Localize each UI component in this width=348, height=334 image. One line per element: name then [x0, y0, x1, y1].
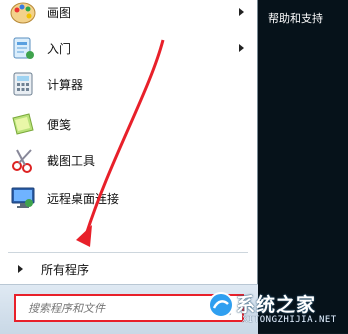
program-item-sticky-notes[interactable]: 便笺 — [8, 106, 248, 142]
submenu-arrow-icon[interactable] — [239, 8, 244, 16]
search-icon[interactable] — [216, 300, 232, 316]
sticky-notes-icon — [8, 109, 38, 139]
program-item-paint[interactable]: 画图 — [8, 0, 248, 30]
submenu-arrow-icon[interactable] — [239, 44, 244, 52]
program-label: 计算器 — [47, 77, 84, 92]
all-programs-label: 所有程序 — [41, 262, 90, 277]
all-programs-button[interactable]: 所有程序 — [8, 258, 248, 280]
search-area — [0, 284, 258, 334]
calculator-icon — [8, 69, 38, 99]
expand-arrow-icon — [18, 265, 23, 273]
program-label: 便笺 — [47, 117, 72, 132]
program-item-snipping-tool[interactable]: 截图工具 — [8, 142, 248, 178]
program-label: 截图工具 — [47, 153, 96, 168]
program-item-getting-started[interactable]: 入门 — [8, 30, 248, 66]
program-item-calculator[interactable]: 计算器 — [8, 66, 248, 102]
search-box[interactable] — [14, 294, 244, 322]
remote-desktop-icon — [8, 183, 38, 213]
program-label: 入门 — [47, 41, 72, 56]
divider — [8, 252, 248, 253]
search-input[interactable] — [26, 300, 200, 316]
right-panel: 帮助和支持 — [258, 0, 348, 333]
program-label: 画图 — [47, 5, 72, 20]
getting-started-icon — [8, 33, 38, 63]
programs-panel: 画图 入门 计算器 便笺 截图工具 远程桌面连接 所有程序 搜索程序和文件 — [0, 0, 258, 334]
paint-icon — [8, 0, 38, 27]
snipping-tool-icon — [8, 145, 38, 175]
help-and-support-link[interactable]: 帮助和支持 — [268, 10, 323, 26]
program-item-remote-desktop[interactable]: 远程桌面连接 — [8, 180, 248, 216]
program-label: 远程桌面连接 — [47, 191, 120, 206]
